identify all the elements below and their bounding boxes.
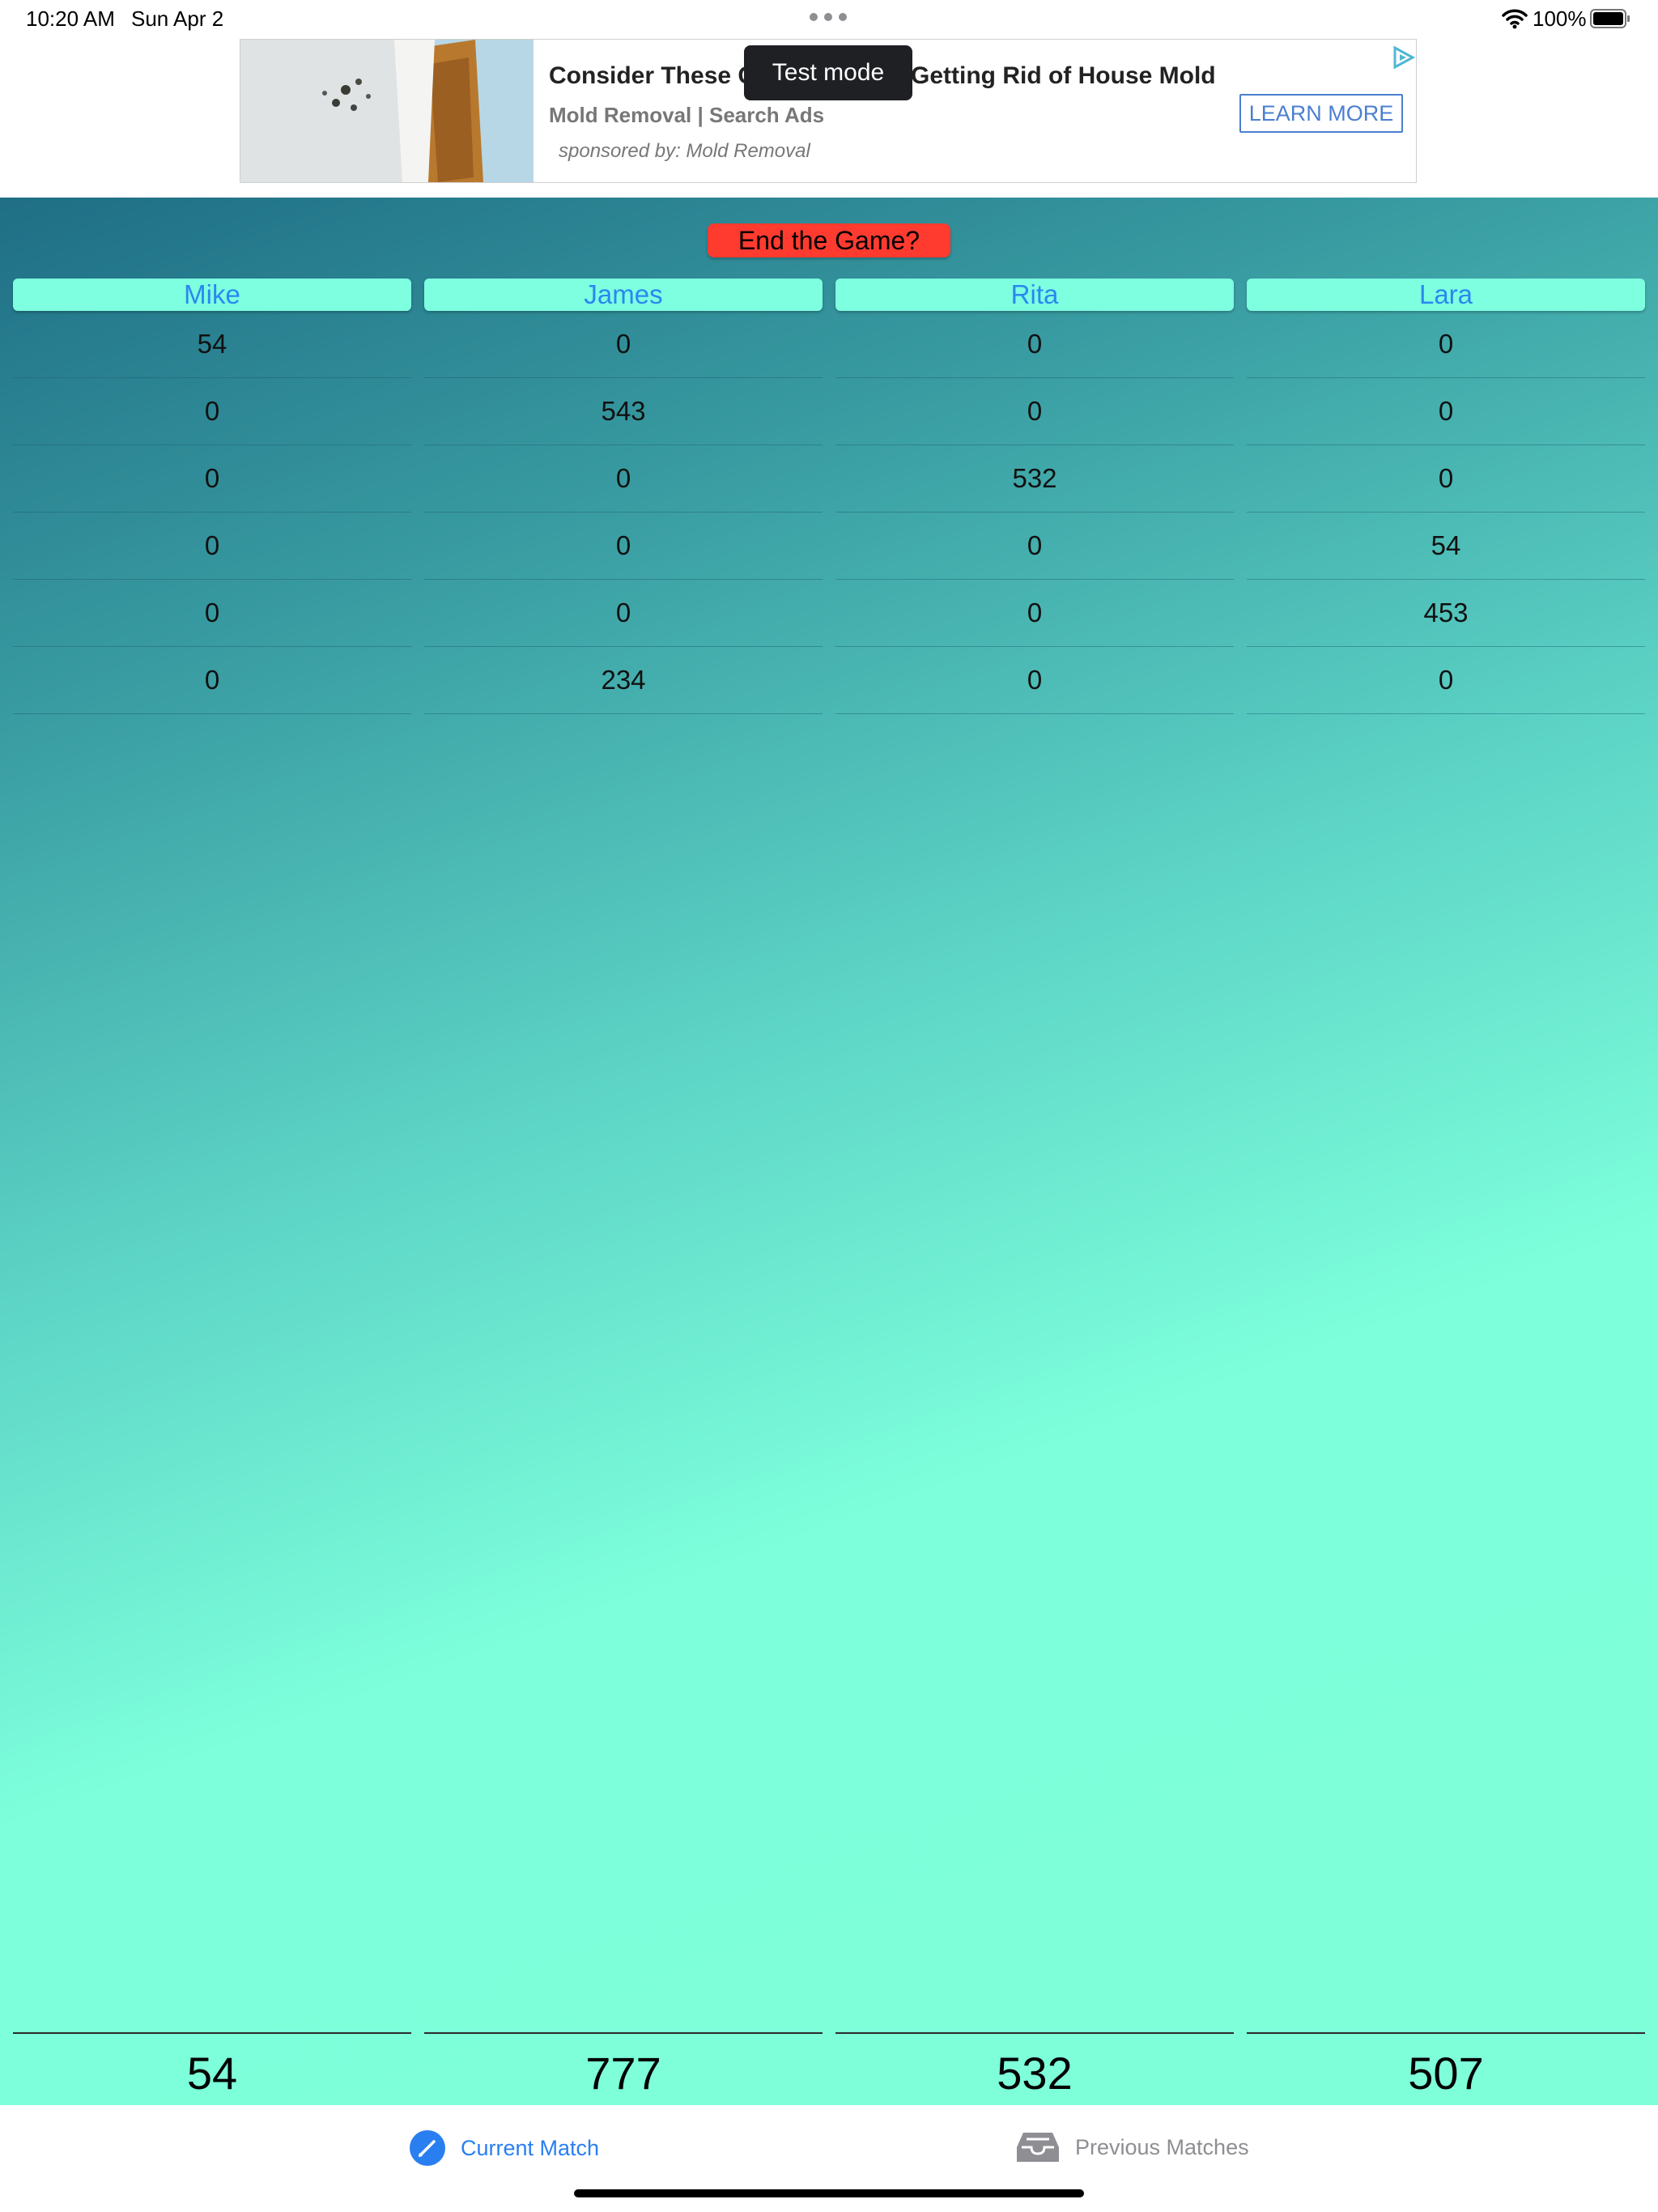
ad-sponsor: sponsored by: Mold Removal <box>559 140 810 162</box>
score-cell[interactable]: 0 <box>835 580 1234 647</box>
total-divider <box>13 2032 411 2034</box>
tab-previous-matches-label: Previous Matches <box>1075 2134 1249 2159</box>
ad-image[interactable] <box>240 40 534 182</box>
end-game-button[interactable]: End the Game? <box>708 223 950 257</box>
ad-headline[interactable]: Consider These C <box>549 62 755 90</box>
tab-previous-matches[interactable]: Previous Matches <box>1015 2129 1249 2165</box>
tray-icon <box>1017 2133 1059 2162</box>
player-column: Mike 54 0 0 0 0 0 <box>13 279 411 714</box>
multitasking-dots-icon[interactable] <box>810 13 847 21</box>
total-divider <box>424 2032 823 2034</box>
score-cell[interactable]: 0 <box>13 647 411 714</box>
game-board: End the Game? Mike 54 0 0 0 0 0 James 0 … <box>0 198 1658 2105</box>
score-cell[interactable]: 0 <box>13 378 411 445</box>
tab-bar: Current Match Previous Matches <box>0 2105 1658 2212</box>
score-cell[interactable]: 532 <box>835 445 1234 513</box>
player-header-rita[interactable]: Rita <box>835 279 1234 311</box>
status-date: Sun Apr 2 <box>131 6 224 31</box>
score-cell[interactable]: 0 <box>1247 311 1645 378</box>
score-cell[interactable]: 0 <box>424 580 823 647</box>
score-cell[interactable]: 54 <box>13 311 411 378</box>
total-score-mike: 54 <box>186 2048 238 2099</box>
total-score-lara: 507 <box>1408 2048 1484 2099</box>
test-mode-badge: Test mode <box>744 45 912 100</box>
score-cell[interactable]: 0 <box>835 513 1234 580</box>
player-header-lara[interactable]: Lara <box>1247 279 1645 311</box>
score-cell[interactable]: 0 <box>835 378 1234 445</box>
player-column: James 0 543 0 0 0 234 <box>424 279 823 714</box>
score-cell[interactable]: 0 <box>424 513 823 580</box>
score-cell[interactable]: 0 <box>835 311 1234 378</box>
battery-icon <box>1590 9 1630 28</box>
battery-percentage: 100% <box>1533 6 1587 31</box>
score-cell[interactable]: 0 <box>13 445 411 513</box>
score-cell[interactable]: 0 <box>1247 378 1645 445</box>
player-header-mike[interactable]: Mike <box>13 279 411 311</box>
score-cell[interactable]: 453 <box>1247 580 1645 647</box>
total-score-james: 777 <box>585 2048 661 2099</box>
score-cell[interactable]: 0 <box>424 311 823 378</box>
score-cell[interactable]: 0 <box>835 647 1234 714</box>
adchoices-icon[interactable] <box>1390 45 1416 70</box>
ad-subtitle: Mold Removal | Search Ads <box>549 103 825 127</box>
score-cell[interactable]: 0 <box>13 513 411 580</box>
score-cell[interactable]: 0 <box>13 580 411 647</box>
wifi-icon <box>1502 9 1528 29</box>
home-indicator[interactable] <box>574 2189 1084 2197</box>
tab-current-match-label: Current Match <box>461 2135 600 2160</box>
score-cell[interactable]: 234 <box>424 647 823 714</box>
player-header-james[interactable]: James <box>424 279 823 311</box>
ad-headline-continued[interactable]: Getting Rid of House Mold <box>911 62 1216 90</box>
tab-current-match[interactable]: Current Match <box>409 2129 599 2167</box>
status-bar: 10:20 AM Sun Apr 2 100% <box>0 0 1658 39</box>
score-cell[interactable]: 0 <box>1247 647 1645 714</box>
player-column: Lara 0 0 0 54 453 0 <box>1247 279 1645 714</box>
player-column: Rita 0 0 532 0 0 0 <box>835 279 1234 714</box>
learn-more-button[interactable]: LEARN MORE <box>1239 94 1403 133</box>
score-cell[interactable]: 0 <box>1247 445 1645 513</box>
score-cell[interactable]: 54 <box>1247 513 1645 580</box>
score-cell[interactable]: 543 <box>424 378 823 445</box>
status-time: 10:20 AM <box>26 6 115 31</box>
total-divider <box>1247 2032 1645 2034</box>
total-score-rita: 532 <box>997 2048 1073 2099</box>
total-divider <box>835 2032 1234 2034</box>
score-cell[interactable]: 0 <box>424 445 823 513</box>
pencil-circle-icon <box>410 2130 445 2166</box>
